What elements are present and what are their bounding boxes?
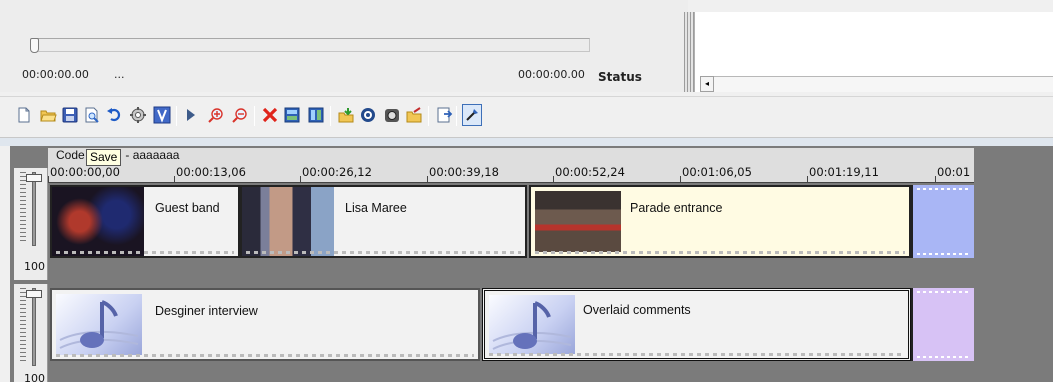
clip-title: Guest band (155, 201, 220, 215)
scroll-left-button[interactable]: ◂ (700, 76, 714, 92)
video-clip-selected[interactable]: Parade entrance (529, 185, 911, 258)
status-label: Status (598, 70, 642, 84)
toolbar-separator (330, 106, 331, 126)
video-clip[interactable]: Lisa Maree (240, 185, 527, 258)
ruler-tick (48, 176, 49, 182)
track-end-block (911, 288, 974, 361)
properties-icon[interactable] (434, 104, 454, 126)
ruler-tick (807, 176, 808, 182)
panel-splitter[interactable] (684, 12, 694, 92)
clip-icon[interactable] (282, 104, 302, 126)
seek-bar[interactable] (34, 38, 590, 52)
new-file-icon[interactable] (14, 104, 34, 126)
save-tooltip: Save (86, 149, 122, 166)
ruler-label: 00:00:13,06 (176, 165, 246, 179)
video-clip[interactable]: Guest band (50, 185, 240, 258)
clip-title: Parade entrance (630, 201, 723, 215)
track-volume-value: 100 (24, 260, 45, 273)
track-volume-value: 100 (24, 372, 45, 382)
v-icon[interactable] (152, 104, 172, 126)
end-time: 00:00:00.00 (518, 68, 585, 81)
track-volume-panel: 100 (14, 284, 48, 382)
volume-slider-knob[interactable] (26, 174, 42, 182)
app-window: 00:00:00.00 ... 00:00:00.00 Status ◂ Cod… (0, 0, 1053, 382)
zoom-in-icon[interactable] (206, 104, 226, 126)
start-time: 00:00:00.00 (22, 68, 89, 81)
clip-thumbnail (242, 187, 334, 256)
delete-icon[interactable] (260, 104, 280, 126)
slider-ticks (20, 172, 26, 242)
seek-thumb[interactable] (30, 38, 39, 53)
import-icon[interactable] (336, 104, 356, 126)
ruler-tick (680, 176, 681, 182)
track-volume-panel: 100 (14, 168, 48, 280)
camera-icon[interactable] (382, 104, 402, 126)
ruler-tick (427, 176, 428, 182)
code-label-prefix: Code (56, 148, 85, 162)
clip-thumbnail (535, 191, 621, 252)
clip-title: Lisa Maree (345, 201, 407, 215)
music-note-icon (56, 294, 142, 355)
code-label-suffix: - aaaaaaa (125, 148, 180, 162)
ruler-label: 00:01 (937, 165, 971, 179)
horizontal-scrollbar[interactable] (714, 76, 1053, 92)
toolbar-bottom-strip (0, 138, 1053, 146)
timeline-ruler[interactable] (48, 182, 974, 183)
ruler-tick (300, 176, 301, 182)
clip-title: Overlaid comments (583, 303, 691, 317)
toolbar-separator (176, 106, 177, 126)
music-note-icon (489, 295, 575, 354)
ruler-label: 00:00:39,18 (429, 165, 499, 179)
toolbar-separator (254, 106, 255, 126)
ruler-label: 00:01:19,11 (809, 165, 879, 179)
ruler-label: 00:00:52,24 (555, 165, 625, 179)
audio-clip[interactable]: Desginer interview (50, 288, 480, 361)
volume-slider-knob[interactable] (26, 290, 42, 298)
settings-icon[interactable] (128, 104, 148, 126)
save-icon[interactable] (60, 104, 80, 126)
undo-icon[interactable] (104, 104, 124, 126)
track-end-block (911, 185, 974, 258)
open-folder-icon[interactable] (38, 104, 58, 126)
toolbar-separator (428, 106, 429, 126)
ruler-tick (174, 176, 175, 182)
ruler-tick (935, 176, 936, 182)
clip-title: Desginer interview (155, 304, 258, 318)
ruler-label: 00:01:06,05 (682, 165, 752, 179)
clip-thumbnail (52, 187, 144, 256)
pointer-tool-icon[interactable] (462, 104, 482, 126)
ruler-label: 00:00:26,12 (302, 165, 372, 179)
play-icon[interactable] (180, 104, 200, 126)
volume-slider-rail[interactable] (32, 288, 36, 366)
record-icon[interactable] (358, 104, 378, 126)
slider-ticks (20, 288, 26, 362)
print-preview-icon[interactable] (82, 104, 102, 126)
zoom-out-icon[interactable] (230, 104, 250, 126)
ellipsis: ... (114, 68, 125, 81)
clip-split-icon[interactable] (306, 104, 326, 126)
audio-clip[interactable]: Overlaid comments (482, 288, 911, 361)
export-folder-icon[interactable] (404, 104, 424, 126)
ruler-label: 00:00:00,00 (50, 165, 120, 179)
volume-slider-rail[interactable] (32, 172, 36, 246)
toolbar-separator (456, 106, 457, 126)
ruler-tick (553, 176, 554, 182)
